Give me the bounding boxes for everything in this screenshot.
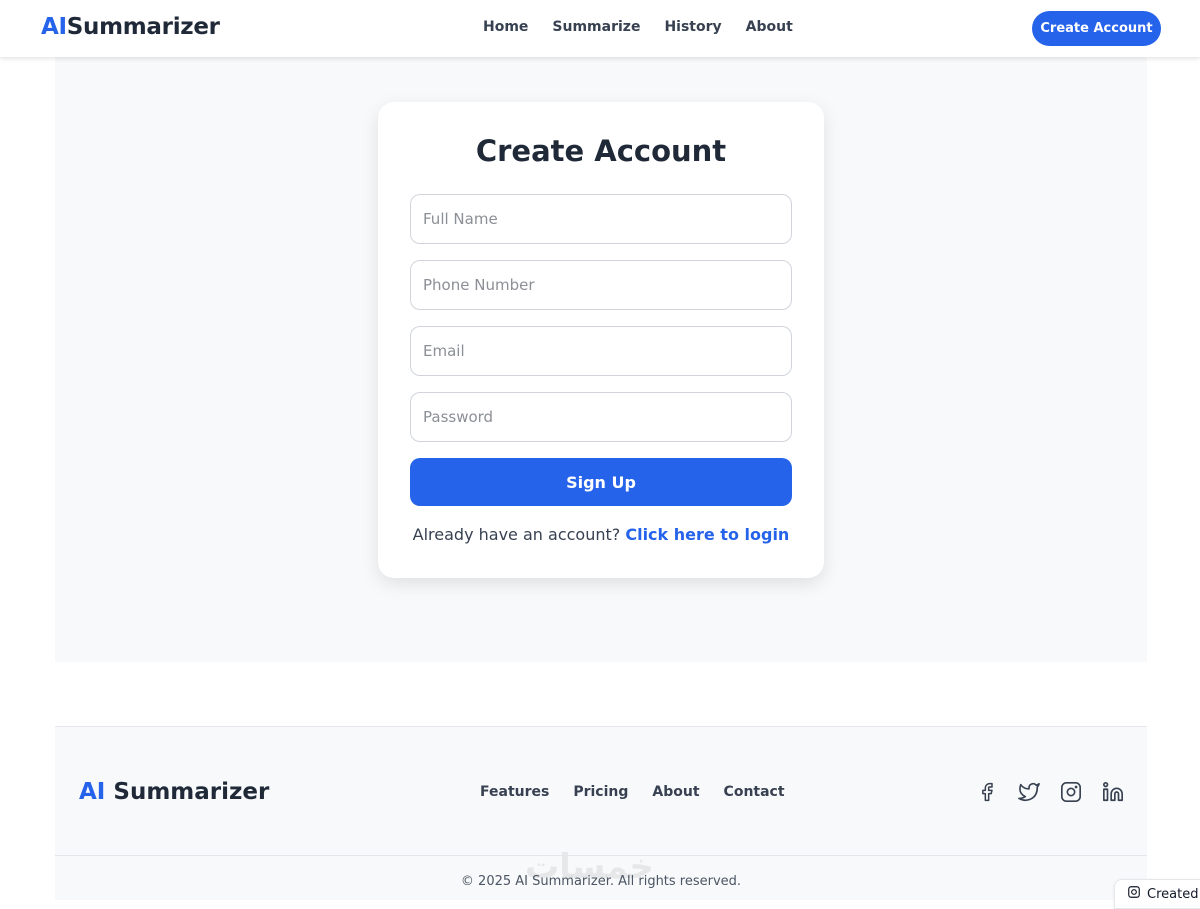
logo[interactable]: AISummarizer — [41, 14, 220, 40]
email-input[interactable] — [410, 326, 792, 376]
sign-up-button[interactable]: Sign Up — [410, 458, 792, 506]
form-title: Create Account — [475, 134, 727, 168]
logo-brand-text: Summarizer — [66, 14, 220, 40]
footer-logo-ai-text: AI — [79, 779, 106, 805]
nav-home[interactable]: Home — [483, 19, 528, 35]
main-nav: Home Summarize History About — [483, 19, 793, 35]
phone-number-input[interactable] — [410, 260, 792, 310]
facebook-icon[interactable] — [974, 779, 1000, 805]
create-account-button[interactable]: Create Account — [1032, 11, 1161, 46]
top-navbar: AISummarizer Home Summarize History Abou… — [0, 0, 1200, 57]
instagram-icon — [1127, 885, 1141, 903]
linkedin-icon[interactable] — [1100, 779, 1126, 805]
footer-link-about[interactable]: About — [652, 784, 699, 800]
created-badge-label: Created — [1147, 886, 1199, 902]
footer-divider — [55, 855, 1147, 856]
login-link[interactable]: Click here to login — [625, 525, 789, 544]
nav-history[interactable]: History — [664, 19, 721, 35]
footer-link-contact[interactable]: Contact — [724, 784, 785, 800]
nav-about[interactable]: About — [746, 19, 793, 35]
copyright-text: © 2025 AI Summarizer. All rights reserve… — [460, 874, 742, 889]
instagram-icon[interactable] — [1058, 779, 1084, 805]
login-prompt-text: Already have an account? — [412, 525, 621, 544]
login-prompt: Already have an account? Click here to l… — [378, 525, 824, 544]
footer: AI Summarizer Features Pricing About Con… — [55, 726, 1147, 900]
footer-nav: Features Pricing About Contact — [480, 784, 785, 800]
signup-card: Create Account Sign Up Already have an a… — [378, 102, 824, 578]
footer-link-features[interactable]: Features — [480, 784, 549, 800]
footer-logo[interactable]: AI Summarizer — [79, 779, 269, 805]
nav-summarize[interactable]: Summarize — [552, 19, 640, 35]
footer-logo-brand-text: Summarizer — [113, 779, 270, 805]
logo-ai-text: AI — [41, 14, 67, 40]
password-input[interactable] — [410, 392, 792, 442]
footer-link-pricing[interactable]: Pricing — [573, 784, 628, 800]
social-links — [974, 779, 1126, 805]
full-name-input[interactable] — [410, 194, 792, 244]
twitter-icon[interactable] — [1016, 779, 1042, 805]
created-badge[interactable]: Created — [1114, 879, 1200, 909]
